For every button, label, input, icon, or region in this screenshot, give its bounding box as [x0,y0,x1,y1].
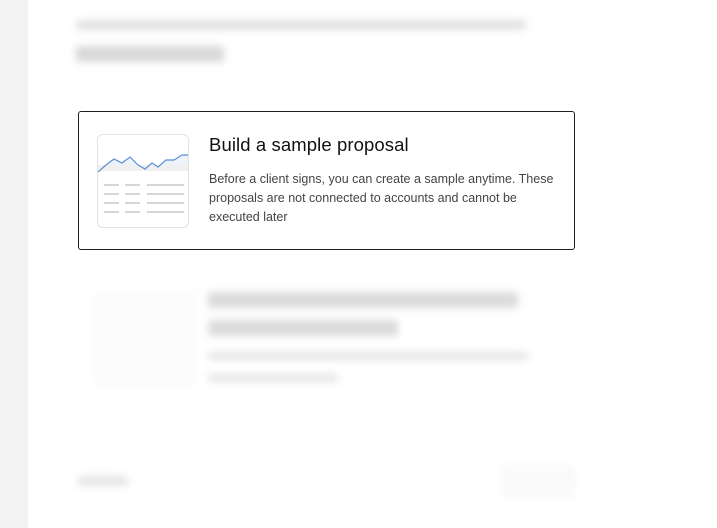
thumbnail-table-cell [104,184,119,186]
thumbnail-table-cell [104,211,119,213]
blurred-option-title [208,292,518,308]
blurred-footer-link [78,476,128,486]
thumbnail-table-cell [125,211,140,213]
blurred-option-title [208,320,398,336]
card-description: Before a client signs, you can create a … [209,172,554,224]
blurred-option-thumbnail [96,292,194,386]
modal-panel [28,0,717,528]
thumbnail-table-cell [125,193,140,195]
blurred-heading-line [76,20,526,30]
thumbnail-table-cell [147,211,184,213]
blurred-heading [76,46,224,62]
thumbnail-table-cell [147,202,184,204]
modal-page: Build a sample proposal Before a client … [0,0,717,528]
blurred-option-desc [208,352,528,360]
thumbnail-table-cell [147,193,184,195]
thumbnail-table-cell [125,202,140,204]
blurred-footer-button [504,466,574,496]
build-sample-proposal-card[interactable]: Build a sample proposal Before a client … [78,111,575,250]
chart-table-preview-icon [97,134,189,228]
thumbnail-graphic [98,154,188,213]
blurred-option-desc [208,374,338,382]
thumbnail-table-cell [104,193,119,195]
card-title: Build a sample proposal [209,134,409,155]
blurred-background-content [28,0,717,528]
thumbnail-table-cell [125,184,140,186]
thumbnail-table-cell [104,202,119,204]
thumbnail-table-cell [147,184,184,186]
